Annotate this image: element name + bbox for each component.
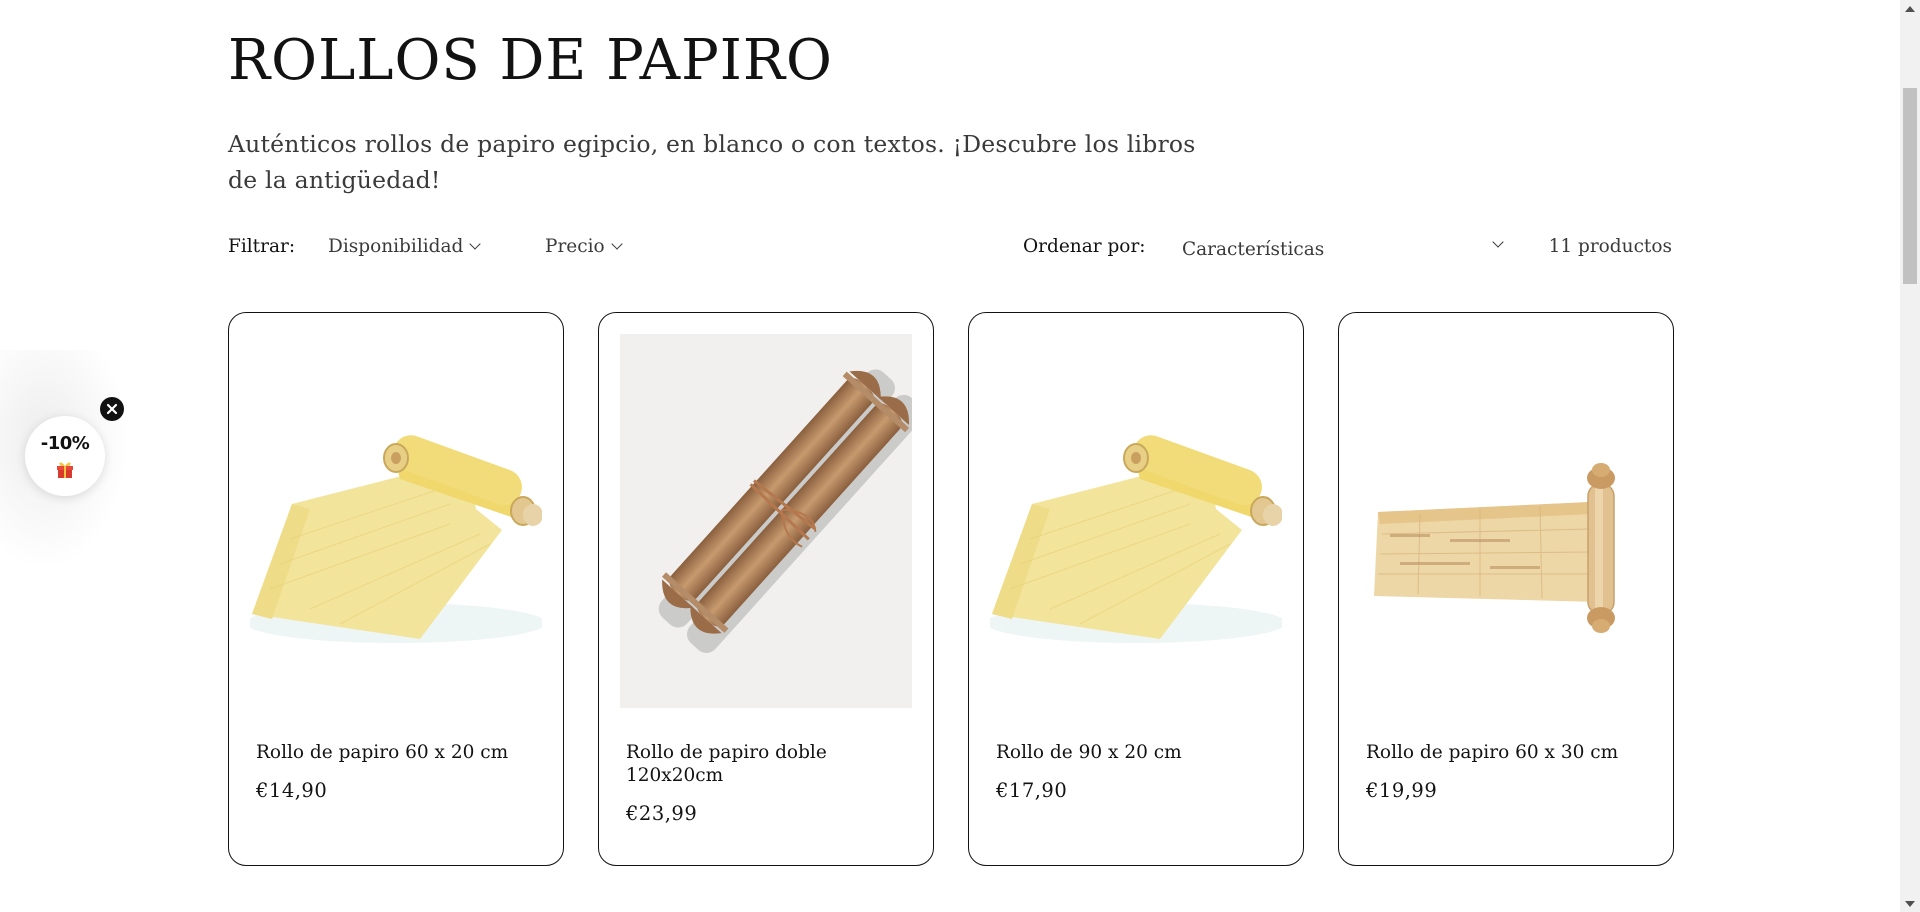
papyrus-roll-icon (250, 435, 542, 643)
papyrus-roll-icon (990, 435, 1282, 643)
product-card[interactable]: Rollo de 90 x 20 cm €17,90 (968, 312, 1304, 866)
product-price: €17,90 (996, 779, 1068, 802)
promo-button[interactable]: -10% (25, 416, 105, 496)
product-image (620, 334, 912, 708)
promo-text: -10% (40, 433, 90, 454)
page: ROLLOS DE PAPIRO Auténticos rollos de pa… (0, 0, 1900, 912)
sort-label: Ordenar por: (1023, 236, 1146, 257)
sort-value: Características (1182, 238, 1325, 260)
filter-availability-label: Disponibilidad (328, 236, 464, 257)
filter-label: Filtrar: (228, 236, 296, 257)
chevron-down-icon (469, 238, 482, 250)
product-image (990, 334, 1282, 708)
filter-availability[interactable]: Disponibilidad (328, 236, 482, 257)
scrollbar[interactable] (1900, 0, 1920, 912)
double-scroll-icon (658, 369, 912, 653)
scrollbar-thumb[interactable] (1903, 88, 1917, 284)
collection-description: Auténticos rollos de papiro egipcio, en … (228, 130, 1196, 194)
product-title[interactable]: Rollo de 90 x 20 cm (996, 741, 1286, 764)
product-price: €23,99 (626, 802, 698, 825)
chevron-down-icon (1492, 236, 1504, 248)
product-count: 11 productos (1548, 236, 1672, 257)
product-card[interactable]: Rollo de papiro 60 x 30 cm €19,99 (1338, 312, 1674, 866)
scroll-up-button[interactable] (1900, 0, 1920, 17)
collection-title: ROLLOS DE PAPIRO (228, 28, 833, 93)
product-title[interactable]: Rollo de papiro doble 120x20cm (626, 741, 916, 787)
close-icon (106, 403, 118, 415)
triangle-up-icon (1905, 5, 1915, 12)
product-title[interactable]: Rollo de papiro 60 x 30 cm (1366, 741, 1656, 764)
sort-select[interactable]: Características (1182, 234, 1504, 264)
papyrus-scroll-icon (1374, 463, 1615, 633)
product-price: €14,90 (256, 779, 328, 802)
product-card[interactable]: Rollo de papiro 60 x 20 cm €14,90 (228, 312, 564, 866)
promo-teaser: -10% (0, 350, 150, 570)
chevron-down-icon (610, 238, 623, 250)
product-image (1360, 334, 1652, 708)
product-card[interactable]: Rollo de papiro doble 120x20cm €23,99 (598, 312, 934, 866)
filter-price[interactable]: Precio (545, 236, 623, 257)
facet-bar: Filtrar: Disponibilidad Precio Ordenar p… (228, 236, 1672, 266)
product-image (250, 334, 542, 708)
scroll-down-button[interactable] (1900, 895, 1920, 912)
product-grid: Rollo de papiro 60 x 20 cm €14,90 Rollo … (228, 312, 1674, 867)
triangle-down-icon (1905, 900, 1915, 907)
product-price: €19,99 (1366, 779, 1438, 802)
gift-icon (57, 462, 73, 478)
product-title[interactable]: Rollo de papiro 60 x 20 cm (256, 741, 546, 764)
promo-close-button[interactable] (100, 397, 124, 421)
filter-price-label: Precio (545, 236, 605, 257)
